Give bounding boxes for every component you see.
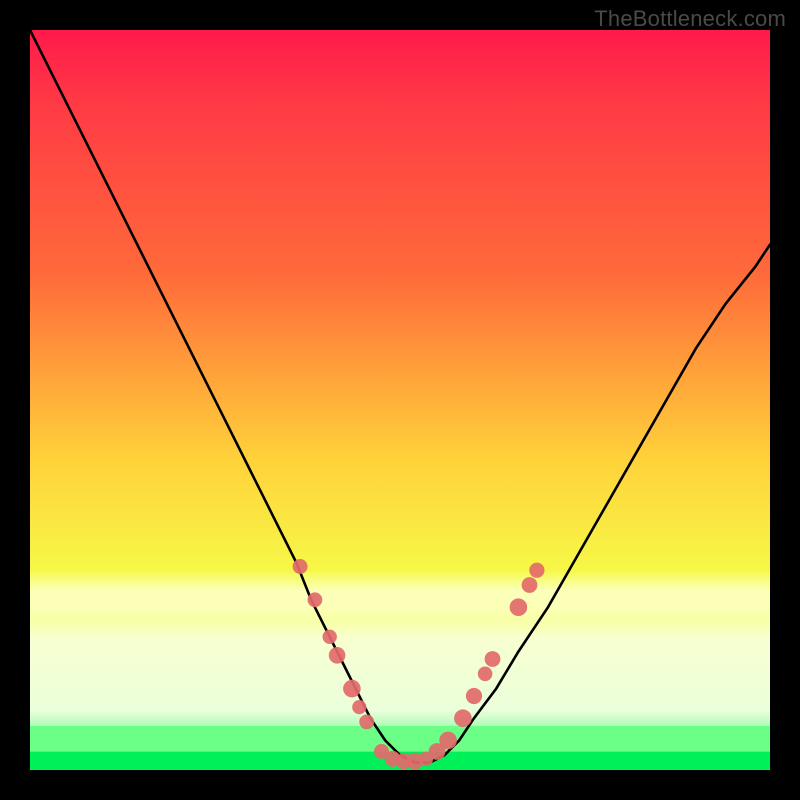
right-dot bbox=[466, 688, 482, 704]
left-dot bbox=[323, 630, 337, 644]
chart-svg bbox=[30, 30, 770, 770]
right-dot bbox=[522, 577, 538, 593]
watermark-label: TheBottleneck.com bbox=[594, 6, 786, 32]
chart-frame: TheBottleneck.com bbox=[0, 0, 800, 800]
bottom-dot bbox=[439, 732, 457, 750]
right-dot bbox=[454, 709, 472, 727]
plot-area bbox=[30, 30, 770, 770]
right-dot bbox=[529, 563, 544, 578]
right-dot bbox=[485, 651, 501, 667]
left-dot bbox=[308, 592, 323, 607]
right-dot bbox=[510, 598, 528, 616]
bottleneck-curve bbox=[30, 30, 770, 763]
left-dot bbox=[293, 559, 308, 574]
left-dot bbox=[343, 680, 361, 698]
left-dot bbox=[329, 647, 346, 664]
left-dot bbox=[359, 715, 374, 730]
right-dot bbox=[478, 667, 493, 682]
left-dot bbox=[352, 700, 366, 714]
